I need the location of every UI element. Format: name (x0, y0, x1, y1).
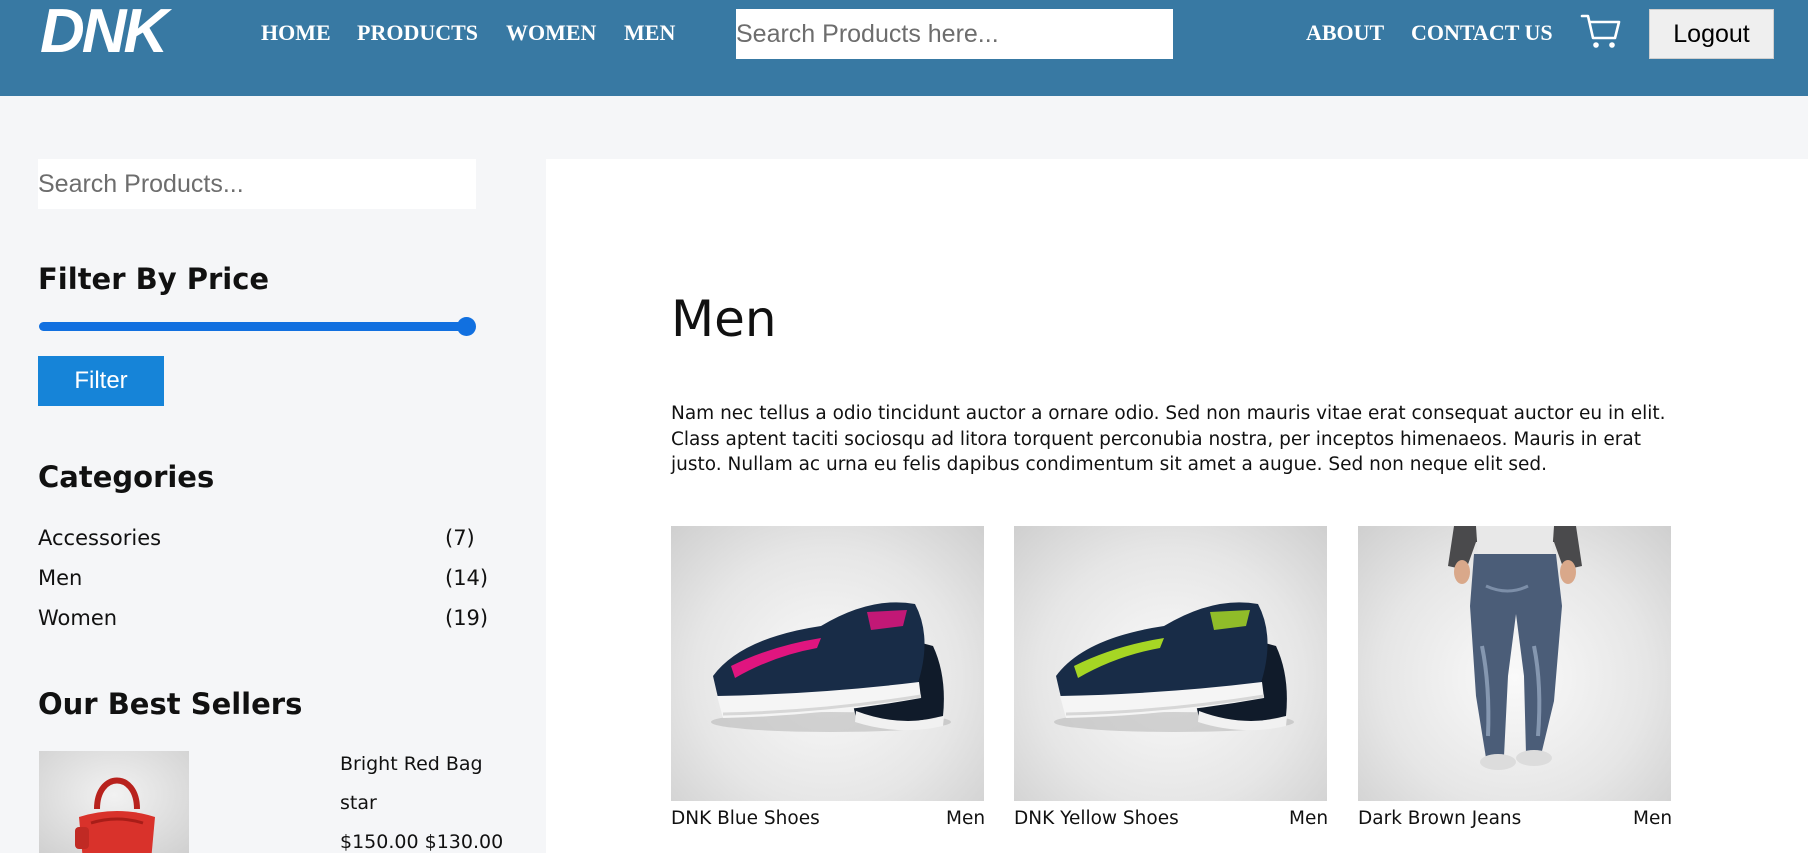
page-title: Men (671, 290, 777, 348)
product-category-blue-shoes[interactable]: Men (946, 808, 985, 829)
nav-contact-us[interactable]: CONTACT US (1411, 20, 1553, 46)
filter-by-price-heading: Filter By Price (38, 262, 270, 296)
shopping-cart-icon[interactable] (1580, 12, 1622, 50)
dnk-yellow-shoes-image[interactable] (1014, 526, 1327, 801)
dark-brown-jeans-image[interactable] (1358, 526, 1671, 801)
sidebar-search-input[interactable] (38, 159, 476, 209)
nav-women[interactable]: WOMEN (506, 20, 596, 46)
dnk-blue-shoes-image[interactable] (671, 526, 984, 801)
categories-heading: Categories (38, 460, 215, 494)
product-name-jeans[interactable]: Dark Brown Jeans (1358, 808, 1521, 829)
nav-men[interactable]: MEN (624, 20, 675, 46)
nav-products[interactable]: PRODUCTS (357, 20, 478, 46)
filter-button[interactable]: Filter (38, 356, 164, 406)
product-category-jeans[interactable]: Men (1633, 808, 1672, 829)
dnk-logo[interactable]: DNK (38, 0, 176, 68)
best-seller-rating: star (340, 792, 377, 814)
price-slider-handle[interactable] (457, 317, 476, 336)
header-search-input[interactable] (736, 9, 1173, 59)
best-seller-name[interactable]: Bright Red Bag (340, 753, 483, 775)
product-name-blue-shoes[interactable]: DNK Blue Shoes (671, 808, 820, 829)
best-sellers-heading: Our Best Sellers (38, 687, 303, 721)
product-name-yellow-shoes[interactable]: DNK Yellow Shoes (1014, 808, 1179, 829)
top-header: DNK HOME PRODUCTS WOMEN MEN ABOUT CONTAC… (0, 0, 1808, 96)
category-men-link[interactable]: Men (38, 566, 82, 590)
logout-button[interactable]: Logout (1649, 9, 1774, 59)
bright-red-bag-image[interactable] (39, 751, 189, 853)
category-women-link[interactable]: Women (38, 606, 117, 630)
page-description: Nam nec tellus a odio tincidunt auctor a… (671, 403, 1666, 475)
category-women-count: (19) (445, 606, 489, 630)
nav-about[interactable]: ABOUT (1306, 20, 1384, 46)
product-category-yellow-shoes[interactable]: Men (1289, 808, 1328, 829)
category-accessories-count: (7) (445, 526, 475, 550)
price-slider-track[interactable] (39, 322, 467, 331)
category-accessories-link[interactable]: Accessories (38, 526, 161, 550)
best-seller-price: $150.00 $130.00 (340, 831, 504, 853)
nav-home[interactable]: HOME (261, 20, 331, 46)
category-men-count: (14) (445, 566, 489, 590)
logo-text: DNK (40, 0, 173, 66)
